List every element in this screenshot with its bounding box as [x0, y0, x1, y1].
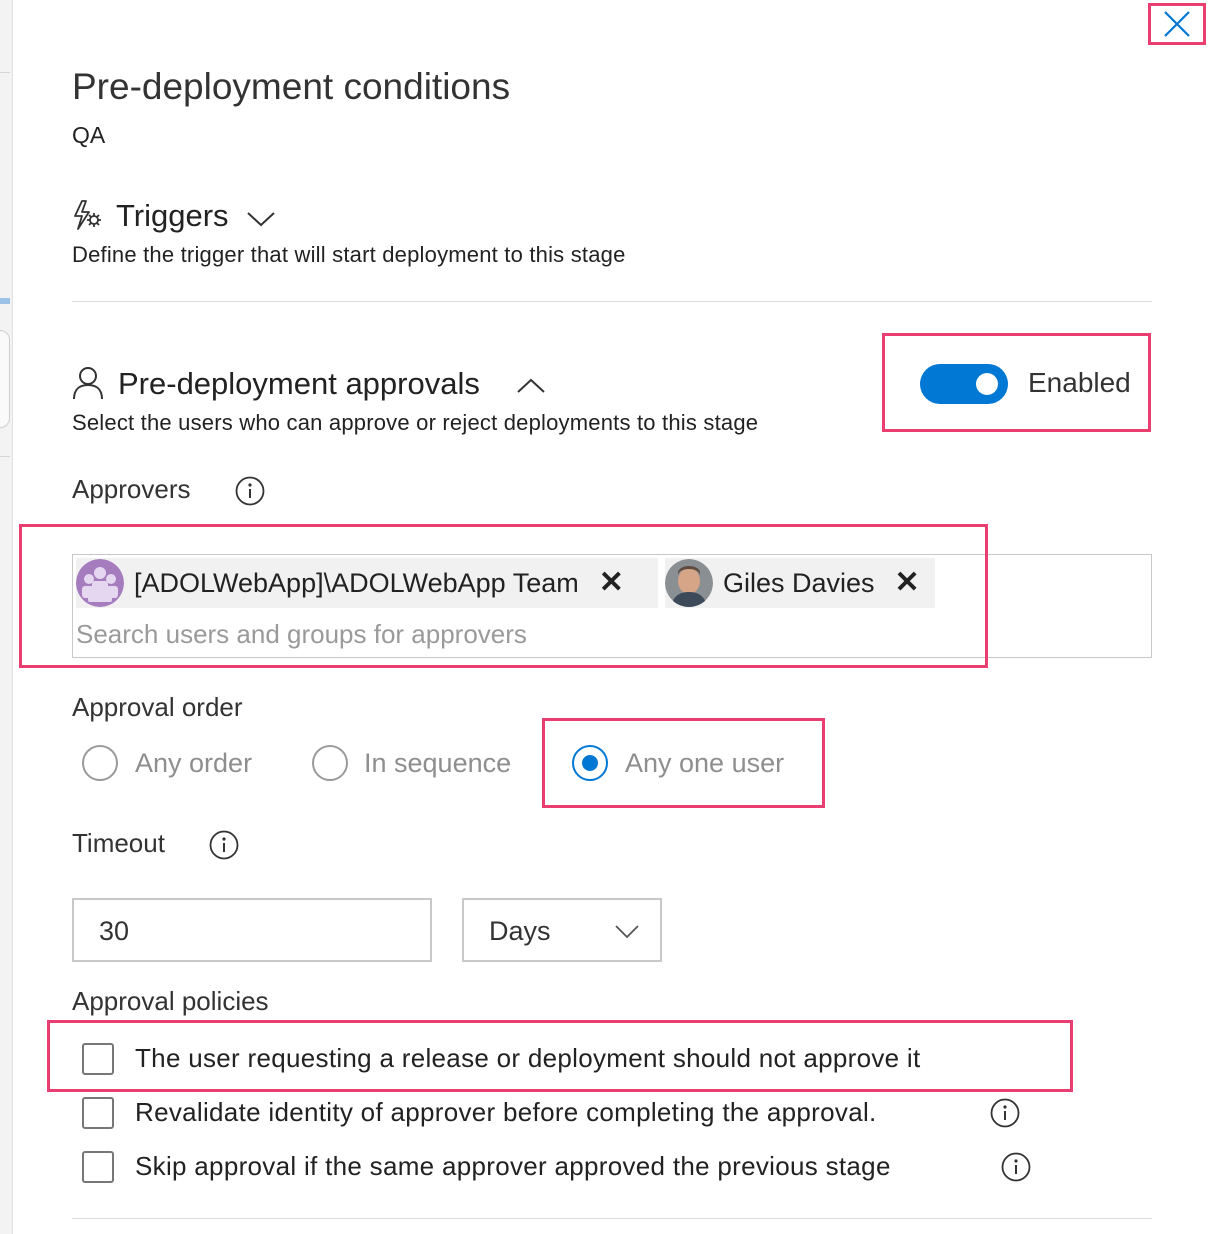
approvers-highlight-box: [19, 524, 988, 668]
approval-order-label: Approval order: [72, 692, 243, 722]
close-button[interactable]: [1148, 3, 1206, 45]
approvals-enabled-toggle[interactable]: [920, 364, 1008, 404]
info-icon[interactable]: [1001, 1152, 1031, 1182]
radio-label-any-order[interactable]: Any order: [135, 748, 252, 779]
section-divider: [72, 301, 1152, 302]
toggle-knob: [976, 373, 998, 395]
timeout-value: 30: [99, 916, 130, 946]
chevron-down-icon[interactable]: [246, 210, 276, 228]
toggle-label: Enabled: [1028, 367, 1131, 398]
approval-policies-label: Approval policies: [72, 986, 269, 1016]
timeout-value-input[interactable]: 30: [72, 898, 432, 962]
info-icon[interactable]: [990, 1098, 1020, 1128]
background-divider: [0, 456, 10, 457]
background-control: [0, 330, 10, 428]
radio-any-order[interactable]: [82, 745, 118, 781]
close-icon: [1164, 11, 1190, 37]
radio-selected-dot: [582, 755, 598, 771]
info-icon[interactable]: [235, 476, 265, 506]
stage-name: QA: [72, 122, 106, 148]
policy-checkbox-skip-approval[interactable]: [82, 1151, 114, 1183]
background-accent-mark: [0, 298, 10, 304]
chevron-down-icon: [615, 925, 639, 939]
panel-title: Pre-deployment conditions: [72, 66, 511, 107]
triggers-title[interactable]: Triggers: [116, 198, 229, 234]
radio-label-in-sequence[interactable]: In sequence: [364, 748, 511, 779]
radio-label-any-one-user[interactable]: Any one user: [625, 748, 784, 779]
policy-label[interactable]: Skip approval if the same approver appro…: [135, 1151, 891, 1182]
background-divider: [0, 72, 10, 73]
policy-checkbox-revalidate-identity[interactable]: [82, 1097, 114, 1129]
person-icon: [73, 367, 103, 400]
chevron-up-icon[interactable]: [516, 377, 546, 395]
background-page-strip: [0, 0, 13, 1234]
timeout-unit: Days: [489, 916, 551, 946]
policy-checkbox-requester-cannot-approve[interactable]: [82, 1043, 114, 1075]
approvals-title[interactable]: Pre-deployment approvals: [118, 366, 480, 402]
info-icon[interactable]: [209, 830, 239, 860]
approvals-description: Select the users who can approve or reje…: [72, 410, 759, 435]
approvers-label: Approvers: [72, 474, 191, 504]
policy-label[interactable]: Revalidate identity of approver before c…: [135, 1097, 877, 1128]
timeout-label: Timeout: [72, 828, 165, 858]
policy-label[interactable]: The user requesting a release or deploym…: [135, 1043, 921, 1074]
radio-in-sequence[interactable]: [312, 745, 348, 781]
trigger-settings-icon: [74, 200, 101, 230]
radio-any-one-user[interactable]: [572, 745, 608, 781]
triggers-description: Define the trigger that will start deplo…: [72, 242, 626, 267]
timeout-unit-dropdown[interactable]: Days: [462, 898, 662, 962]
section-divider: [72, 1218, 1152, 1219]
